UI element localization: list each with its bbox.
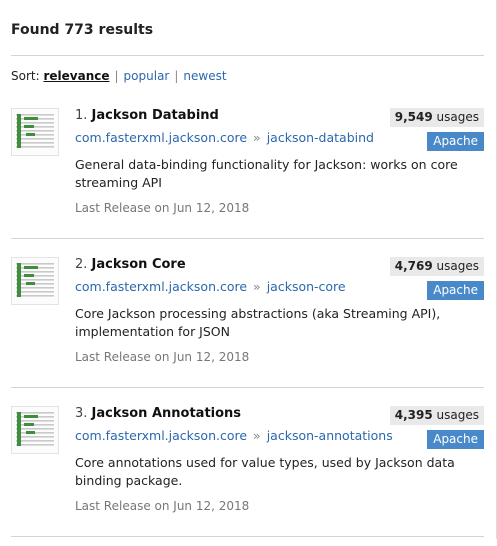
usages-badge[interactable]: 9,549 usages [389, 108, 484, 127]
result-description: General data-binding functionality for J… [75, 157, 458, 190]
sort-option-popular[interactable]: popular [124, 69, 170, 83]
license-badge[interactable]: Apache [427, 430, 484, 449]
divider [11, 536, 484, 537]
artifact-id-link[interactable]: jackson-databind [267, 130, 374, 145]
result-title: 2. Jackson Core [75, 257, 186, 272]
sort-separator: | [114, 69, 119, 83]
result-name-link[interactable]: Jackson Core [92, 257, 186, 272]
artifact-id-link[interactable]: jackson-core [267, 279, 346, 294]
usages-count: 4,769 [394, 259, 433, 273]
fasterxml-jackson-logo-icon[interactable] [11, 257, 59, 305]
usages-badge[interactable]: 4,395 usages [389, 406, 484, 425]
result-description: Core Jackson processing abstractions (ak… [75, 306, 441, 339]
sort-label: Sort: [11, 69, 40, 83]
usages-label: usages [436, 408, 479, 422]
result-title: 1. Jackson Databind [75, 108, 219, 123]
last-release-date: Last Release on Jun 12, 2018 [75, 350, 250, 364]
fasterxml-jackson-logo-icon[interactable] [11, 406, 59, 454]
result-index: 1. [75, 108, 88, 123]
last-release-date: Last Release on Jun 12, 2018 [75, 499, 250, 513]
sort-bar: Sort: relevance | popular | newest [11, 69, 227, 83]
sort-option-newest[interactable]: newest [183, 69, 226, 83]
divider [11, 55, 484, 56]
breadcrumb-separator: » [253, 279, 261, 294]
sort-separator: | [174, 69, 179, 83]
group-id-link[interactable]: com.fasterxml.jackson.core [75, 130, 247, 145]
result-item: 2. Jackson Core com.fasterxml.jackson.co… [11, 257, 484, 397]
usages-count: 9,549 [394, 110, 433, 124]
group-id-link[interactable]: com.fasterxml.jackson.core [75, 279, 247, 294]
result-description: Core annotations used for value types, u… [75, 455, 455, 488]
usages-badge[interactable]: 4,769 usages [389, 257, 484, 276]
license-badge[interactable]: Apache [427, 132, 484, 151]
results-count-heading: Found 773 results [11, 22, 153, 38]
divider [11, 387, 484, 388]
divider [11, 238, 484, 239]
result-index: 2. [75, 257, 88, 272]
result-coordinates: com.fasterxml.jackson.core » jackson-annot… [75, 428, 393, 443]
fasterxml-jackson-logo-icon[interactable] [11, 108, 59, 156]
search-results-panel: Found 773 results Sort: relevance | popula… [0, 0, 497, 539]
result-name-link[interactable]: Jackson Databind [92, 108, 219, 123]
result-item: 1. Jackson Databind com.fasterxml.jackso… [11, 108, 484, 248]
result-item: 3. Jackson Annotations com.fasterxml.jac… [11, 406, 484, 546]
breadcrumb-separator: » [253, 428, 261, 443]
result-title: 3. Jackson Annotations [75, 406, 241, 421]
artifact-id-link[interactable]: jackson-annotations [267, 428, 393, 443]
usages-label: usages [436, 110, 479, 124]
license-badge[interactable]: Apache [427, 281, 484, 300]
result-name-link[interactable]: Jackson Annotations [92, 406, 242, 421]
last-release-date: Last Release on Jun 12, 2018 [75, 201, 250, 215]
sort-option-relevance[interactable]: relevance [43, 69, 109, 83]
result-coordinates: com.fasterxml.jackson.core » jackson-datab… [75, 130, 374, 145]
result-coordinates: com.fasterxml.jackson.core » jackson-core [75, 279, 346, 294]
group-id-link[interactable]: com.fasterxml.jackson.core [75, 428, 247, 443]
usages-count: 4,395 [394, 408, 433, 422]
results-count-text: Found 773 results [11, 22, 154, 38]
result-index: 3. [75, 406, 88, 421]
usages-label: usages [436, 259, 479, 273]
breadcrumb-separator: » [253, 130, 261, 145]
